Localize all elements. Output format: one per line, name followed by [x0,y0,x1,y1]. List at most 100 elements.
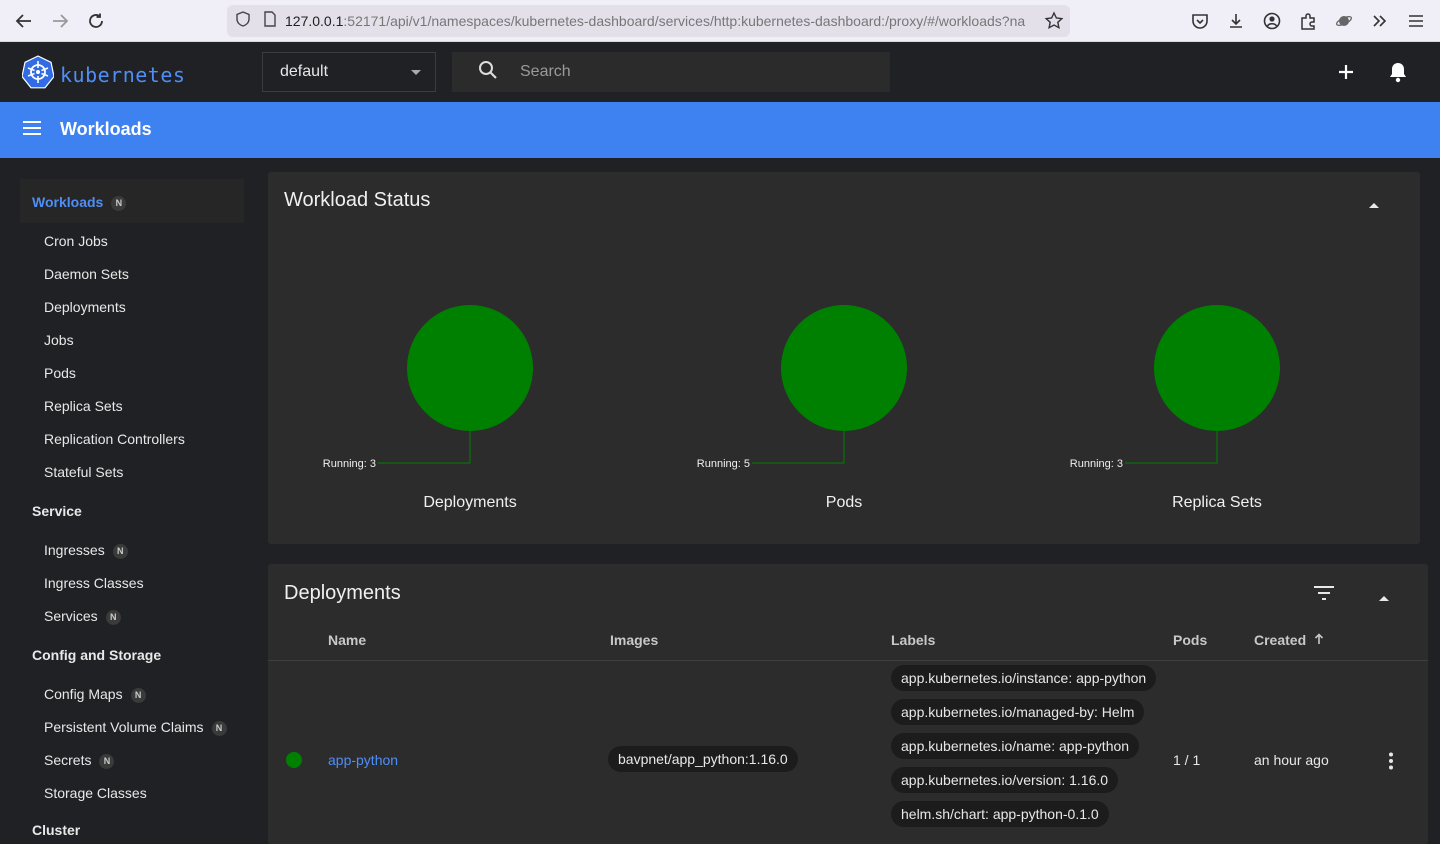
planet-icon[interactable] [1333,10,1355,32]
account-icon[interactable] [1261,10,1283,32]
logo-text: kubernetes [60,62,186,87]
sidebar-item-label: Persistent Volume Claims [44,719,204,735]
card-title: Deployments [284,582,401,604]
pods-count: 1 / 1 [1173,752,1201,768]
sidebar-item-replica-sets[interactable]: Replica Sets [44,398,123,414]
new-badge: N [111,196,127,211]
chart-label-deployments: Deployments [423,494,517,511]
pie-label-leader-line [752,431,845,464]
label-chip: app.kubernetes.io/version: 1.16.0 [891,767,1119,793]
search-icon [478,60,498,85]
label-chip: app.kubernetes.io/managed-by: Helm [891,699,1145,725]
browser-toolbar: 127.0.0.1:52171/api/v1/namespaces/kubern… [0,0,1440,42]
created-time: an hour ago [1254,752,1329,768]
column-header-labels: Labels [891,632,936,648]
hamburger-menu-icon[interactable] [22,120,42,141]
sidebar-item-label: Services [44,608,98,624]
pie-label-leader-line [378,431,471,464]
sidebar-section-cluster[interactable]: Cluster [32,822,80,838]
create-plus-icon[interactable] [1334,60,1358,84]
filter-icon[interactable] [1314,586,1334,605]
back-icon[interactable] [12,9,36,33]
sidebar-item-secrets[interactable]: Secrets N [44,752,115,769]
more-vert-icon[interactable] [1388,752,1394,775]
dropdown-arrow-icon [411,70,421,75]
notifications-bell-icon[interactable] [1386,60,1410,84]
sidebar-item-jobs[interactable]: Jobs [44,332,74,348]
namespace-value: default [280,63,329,80]
sidebar-section-service[interactable]: Service [32,503,82,519]
deployments-card: Deployments Name Images Labels Pods Crea… [268,564,1428,844]
chart-label-replica-sets: Replica Sets [1172,494,1262,511]
column-header-name[interactable]: Name [328,632,366,648]
page-info-icon[interactable] [263,10,277,32]
reload-icon[interactable] [84,9,108,33]
sidebar-item-cron-jobs[interactable]: Cron Jobs [44,233,108,249]
sidebar-item-label: Config Maps [44,686,123,702]
deployment-name-link[interactable]: app-python [328,752,398,768]
sidebar-item-workloads[interactable]: Workloads N [32,194,127,211]
new-badge: N [99,754,115,769]
new-badge: N [112,544,128,559]
download-icon[interactable] [1225,10,1247,32]
new-badge: N [130,688,146,703]
pie-slice-running[interactable] [1154,305,1280,431]
helm-wheel-icon [21,55,55,94]
sidebar-nav: Workloads N Cron Jobs Daemon Sets Deploym… [0,158,256,838]
sidebar-item-ingresses[interactable]: Ingresses N [44,542,128,559]
sidebar-item-label: Storage Classes [44,785,147,801]
sidebar-item-pvcs[interactable]: Persistent Volume Claims N [44,719,227,736]
search-input[interactable]: Search [452,52,890,92]
page-toolbar: Workloads [0,102,1440,158]
pocket-icon[interactable] [1189,10,1211,32]
kubernetes-logo[interactable]: kubernetes [21,55,186,94]
sidebar-item-deployments[interactable]: Deployments [44,299,126,315]
app-header: kubernetes default Search [0,42,1440,102]
page-title: Workloads [60,119,152,139]
new-badge: N [105,610,121,625]
table-row: app-python bavpnet/app_python:1.16.0 app… [268,661,1428,844]
bookmark-star-icon[interactable] [1044,11,1064,36]
sidebar-item-daemon-sets[interactable]: Daemon Sets [44,266,129,282]
sidebar-item-replication-controllers[interactable]: Replication Controllers [44,431,185,447]
sidebar-item-config-maps[interactable]: Config Maps N [44,686,146,703]
pie-label-leader-line [1125,431,1218,464]
namespace-select[interactable]: default [262,52,436,92]
pie-slice-running[interactable] [407,305,533,431]
pie-data-label: Running: 5 [697,458,750,470]
sidebar-item-ingress-classes[interactable]: Ingress Classes [44,575,144,591]
sidebar-section-config-storage[interactable]: Config and Storage [32,647,161,663]
sort-ascending-icon[interactable] [1314,632,1324,648]
sidebar-item-label: Ingresses [44,542,105,558]
column-header-pods: Pods [1173,632,1208,648]
column-header-images: Images [610,632,659,648]
workload-status-charts: Running: 3 Running: 5 Running: 3 [323,305,1280,470]
label-chip: app.kubernetes.io/name: app-python [891,733,1140,759]
sidebar-item-storage-classes[interactable]: Storage Classes [44,785,147,801]
overflow-chevrons-icon[interactable] [1369,10,1391,32]
column-header-created[interactable]: Created [1254,632,1324,648]
workload-status-card: Workload Status Running: 3 Running: 5 Runn… [268,172,1420,544]
chart-label-pods: Pods [825,494,863,511]
status-running-icon [286,752,302,768]
sidebar-item-pods[interactable]: Pods [44,365,76,381]
pie-data-label: Running: 3 [323,458,376,470]
sidebar-item-services[interactable]: Services N [44,608,121,625]
search-placeholder: Search [520,63,571,80]
sidebar-item-label: Ingress Classes [44,575,144,591]
extensions-icon[interactable] [1297,10,1319,32]
pie-slice-running[interactable] [781,305,907,431]
column-header-label: Created [1254,632,1307,648]
image-chip: bavpnet/app_python:1.16.0 [608,746,798,772]
app-menu-icon[interactable] [1405,10,1427,32]
sidebar-item-stateful-sets[interactable]: Stateful Sets [44,464,123,480]
label-chip: app.kubernetes.io/instance: app-python [891,665,1157,691]
pie-data-label: Running: 3 [1070,458,1123,470]
forward-icon[interactable] [48,9,72,33]
collapse-arrow-icon[interactable] [1378,589,1390,607]
label-chip: helm.sh/chart: app-python-0.1.0 [891,801,1109,827]
address-bar[interactable]: 127.0.0.1:52171/api/v1/namespaces/kubern… [227,5,1070,37]
sidebar-item-label: Workloads [32,194,104,210]
url-text: 127.0.0.1:52171/api/v1/namespaces/kubern… [285,13,1026,29]
sidebar-item-label: Secrets [44,752,92,768]
